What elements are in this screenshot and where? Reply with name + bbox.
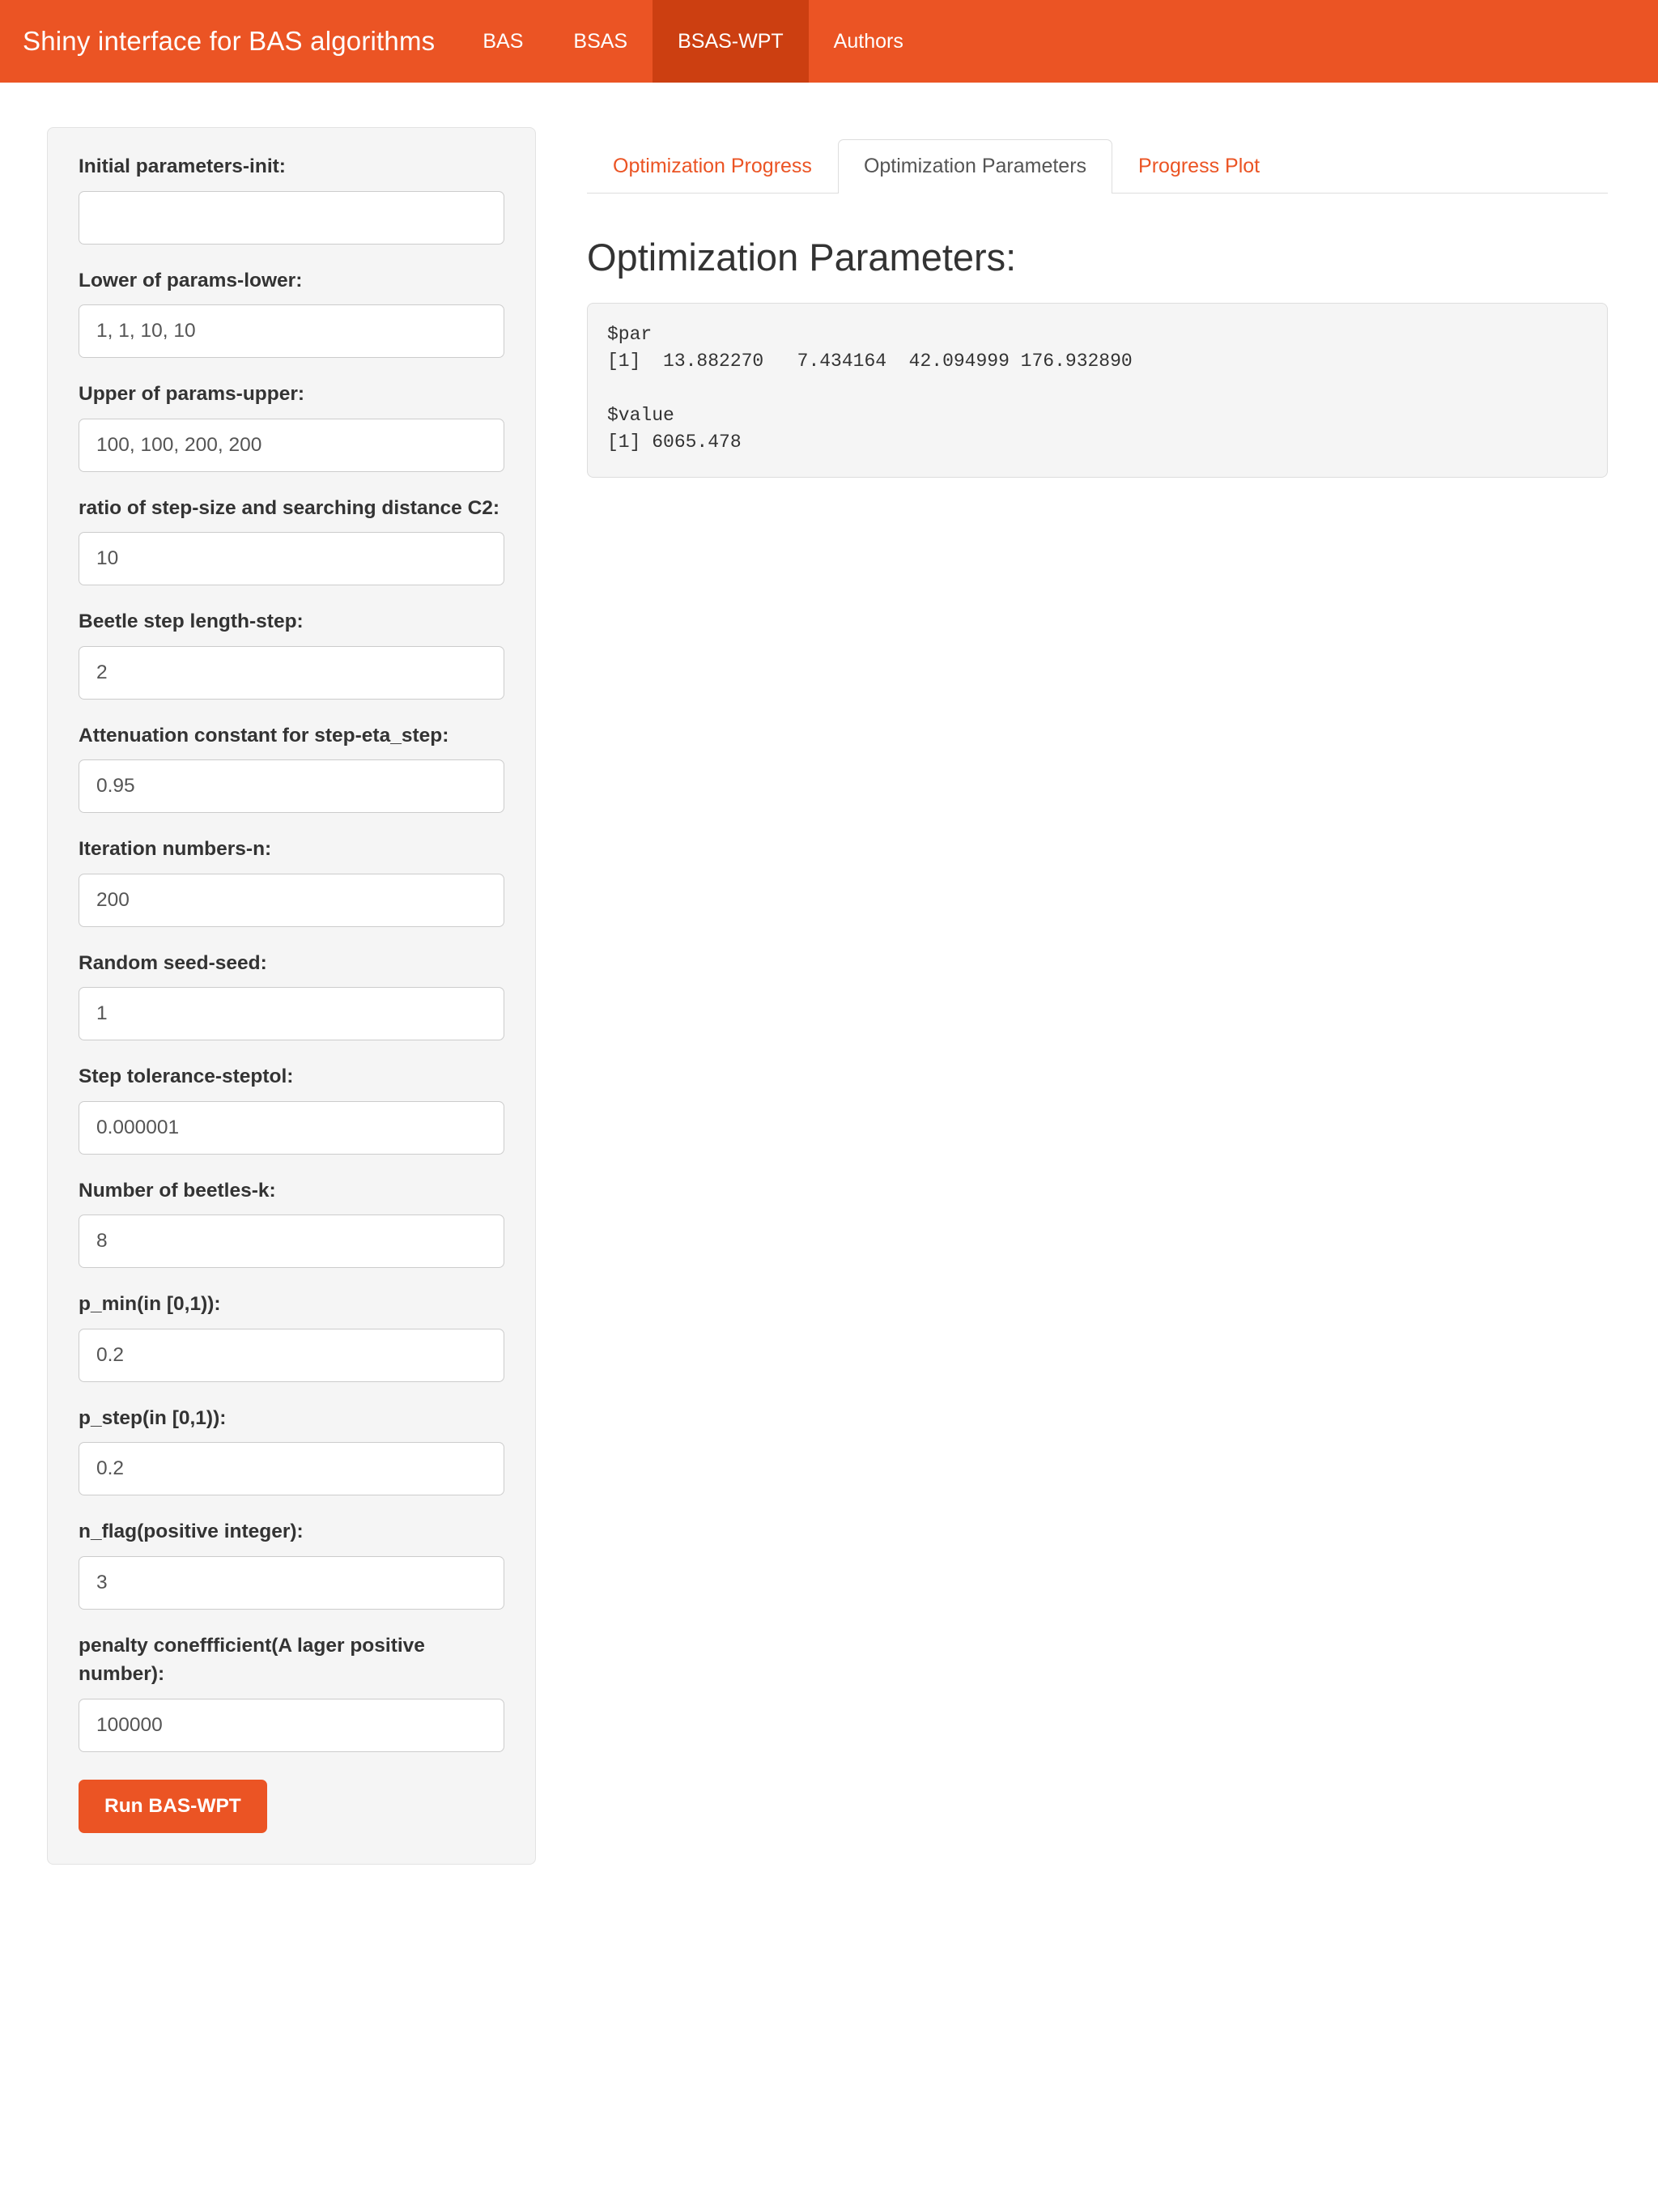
field-group-c2: ratio of step-size and searching distanc… [79,494,504,586]
field-group-seed: Random seed-seed: [79,949,504,1041]
field-group-n: Iteration numbers-n: [79,835,504,927]
label-step: Beetle step length-step: [79,610,304,633]
label-seed: Random seed-seed: [79,951,267,974]
navbar-links: BAS BSAS BSAS-WPT Authors [457,0,928,83]
input-k[interactable] [79,1214,504,1269]
tab-progress-plot[interactable]: Progress Plot [1112,139,1286,194]
main-panel: Optimization Progress Optimization Param… [536,127,1634,479]
input-penalty[interactable] [79,1698,504,1752]
field-group-eta-step: Attenuation constant for step-eta_step: [79,721,504,814]
tabset: Optimization Progress Optimization Param… [587,127,1608,194]
label-p-min: p_min(in [0,1)): [79,1293,221,1316]
field-group-k: Number of beetles-k: [79,1176,504,1269]
tab-optimization-parameters[interactable]: Optimization Parameters [837,138,1113,194]
nav-item-bsas[interactable]: BSAS [548,0,653,83]
panel-title: Optimization Parameters: [587,236,1017,279]
input-lower[interactable] [79,304,504,359]
field-group-n-flag: n_flag(positive integer): [79,1517,504,1610]
field-group-lower: Lower of params-lower: [79,266,504,359]
input-n[interactable] [79,873,504,927]
input-n-flag[interactable] [79,1555,504,1610]
label-penalty: penalty coneffficient(A lager positive n… [79,1634,425,1686]
navbar-brand[interactable]: Shiny interface for BAS algorithms [0,0,457,83]
field-group-step: Beetle step length-step: [79,607,504,700]
page-body: Initial parameters-init: Lower of params… [0,83,1658,1865]
label-n: Iteration numbers-n: [79,838,272,861]
label-upper: Upper of params-upper: [79,383,305,406]
label-lower: Lower of params-lower: [79,269,303,291]
input-p-min[interactable] [79,1328,504,1382]
field-group-p-step: p_step(in [0,1)): [79,1404,504,1496]
input-seed[interactable] [79,987,504,1041]
input-c2[interactable] [79,532,504,586]
input-step[interactable] [79,645,504,700]
label-init: Initial parameters-init: [79,155,286,177]
tab-optimization-progress[interactable]: Optimization Progress [587,139,838,194]
optimization-output: $par [1] 13.882270 7.434164 42.094999 17… [587,302,1608,479]
navbar: Shiny interface for BAS algorithms BAS B… [0,0,1658,83]
run-bas-wpt-button[interactable]: Run BAS-WPT [79,1779,267,1834]
nav-item-authors[interactable]: Authors [809,0,929,83]
nav-item-bsas-wpt[interactable]: BSAS-WPT [653,0,809,83]
field-group-p-min: p_min(in [0,1)): [79,1290,504,1382]
sidebar-panel: Initial parameters-init: Lower of params… [47,127,536,1865]
input-eta-step[interactable] [79,759,504,814]
label-n-flag: n_flag(positive integer): [79,1521,304,1543]
input-upper[interactable] [79,418,504,472]
input-init[interactable] [79,190,504,245]
field-group-upper: Upper of params-upper: [79,380,504,472]
nav-item-bas[interactable]: BAS [457,0,548,83]
label-c2: ratio of step-size and searching distanc… [79,496,500,519]
input-p-step[interactable] [79,1442,504,1496]
label-steptol: Step tolerance-steptol: [79,1066,294,1088]
field-group-steptol: Step tolerance-steptol: [79,1062,504,1155]
input-steptol[interactable] [79,1100,504,1155]
label-p-step: p_step(in [0,1)): [79,1406,227,1429]
label-k: Number of beetles-k: [79,1179,276,1202]
field-group-init: Initial parameters-init: [79,152,504,245]
label-eta-step: Attenuation constant for step-eta_step: [79,724,449,747]
field-group-penalty: penalty coneffficient(A lager positive n… [79,1631,504,1752]
